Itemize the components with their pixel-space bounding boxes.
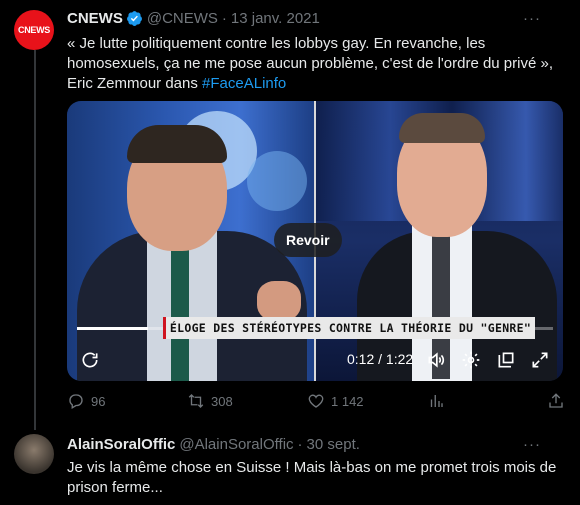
author-handle[interactable]: @CNEWS: [147, 10, 218, 27]
tweet-header: CNEWS @CNEWS · 13 janv. 2021 ···: [67, 10, 563, 27]
thread-connector-line: [34, 50, 36, 430]
retweet-button[interactable]: 308: [187, 392, 233, 410]
separator-dot: ·: [221, 10, 227, 27]
replay-button[interactable]: Revoir: [274, 223, 342, 257]
fullscreen-icon[interactable]: [529, 349, 551, 371]
volume-icon[interactable]: [425, 349, 447, 371]
verified-badge-icon: [126, 10, 143, 27]
like-button[interactable]: 1 142: [307, 392, 364, 410]
tweet-body-text: « Je lutte politiquement contre les lobb…: [67, 35, 553, 92]
dock-video-icon[interactable]: [495, 349, 517, 371]
video-progress-fill: [77, 327, 149, 330]
video-caption-text: ÉLOGE DES STÉRÉOTYPES CONTRE LA THÉORIE …: [169, 321, 532, 335]
analytics-button[interactable]: [427, 392, 445, 410]
hashtag-link[interactable]: #FaceALinfo: [202, 75, 286, 92]
reply-count: 96: [91, 393, 106, 409]
video-time: 0:12 / 1:22: [347, 351, 414, 367]
video-controls: 0:12 / 1:22: [67, 341, 563, 381]
reply-date[interactable]: 30 sept.: [307, 436, 360, 453]
author-name[interactable]: CNEWS: [67, 10, 123, 27]
avatar[interactable]: CNEWS: [14, 10, 54, 50]
reply-text: Je vis la même chose en Suisse ! Mais là…: [67, 459, 557, 496]
reply-author-name[interactable]: AlainSoralOffic: [67, 436, 175, 453]
reply-avatar[interactable]: [14, 434, 54, 474]
video-player[interactable]: Revoir ÉLOGE DES STÉRÉOTYPES CONTRE LA T…: [67, 101, 563, 381]
tweet-date[interactable]: 13 janv. 2021: [231, 10, 320, 27]
video-caption-banner: ÉLOGE DES STÉRÉOTYPES CONTRE LA THÉORIE …: [163, 317, 535, 339]
settings-gear-icon[interactable]: [460, 349, 482, 371]
retweet-count: 308: [211, 393, 233, 409]
like-count: 1 142: [331, 393, 364, 409]
tweet-action-bar: 96 308 1 142: [67, 392, 567, 414]
reply-icon: [69, 394, 83, 409]
reply-header: AlainSoralOffic @AlainSoralOffic · 30 se…: [67, 436, 563, 453]
reply-separator-dot: ·: [297, 436, 303, 453]
share-icon: [549, 393, 563, 408]
avatar-logo-text: CNEWS: [18, 25, 50, 35]
reply-more-options-icon[interactable]: ···: [523, 436, 541, 453]
reply-author-handle[interactable]: @AlainSoralOffic: [179, 436, 293, 453]
replay-icon[interactable]: [79, 349, 101, 371]
analytics-bar-icon: [430, 395, 443, 407]
heart-icon: [308, 394, 324, 408]
more-options-icon[interactable]: ···: [523, 10, 541, 27]
retweet-icon: [188, 394, 204, 408]
tweet-text: « Je lutte politiquement contre les lobb…: [67, 34, 557, 94]
share-button[interactable]: [547, 392, 565, 410]
reply-button[interactable]: 96: [67, 392, 105, 410]
